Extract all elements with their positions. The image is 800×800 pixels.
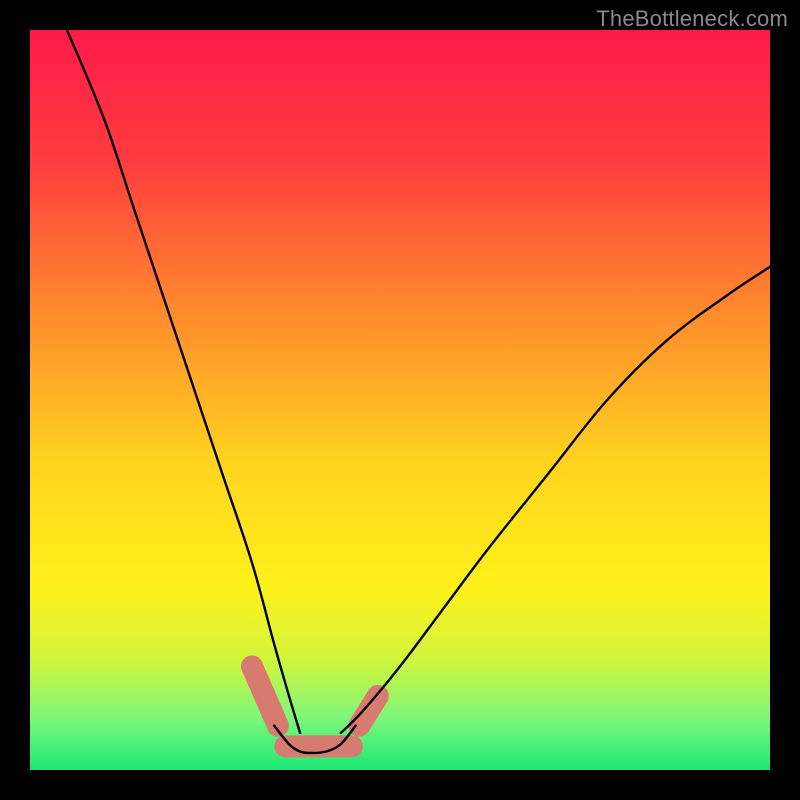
series-left-arm <box>67 30 300 733</box>
plot-area <box>30 30 770 770</box>
curve-layer <box>30 30 770 770</box>
marker-band <box>252 666 378 746</box>
marker-segment <box>252 666 278 725</box>
watermark-text: TheBottleneck.com <box>596 6 788 32</box>
series-lines <box>67 30 770 753</box>
series-right-arm <box>341 267 770 733</box>
chart-frame: TheBottleneck.com <box>0 0 800 800</box>
